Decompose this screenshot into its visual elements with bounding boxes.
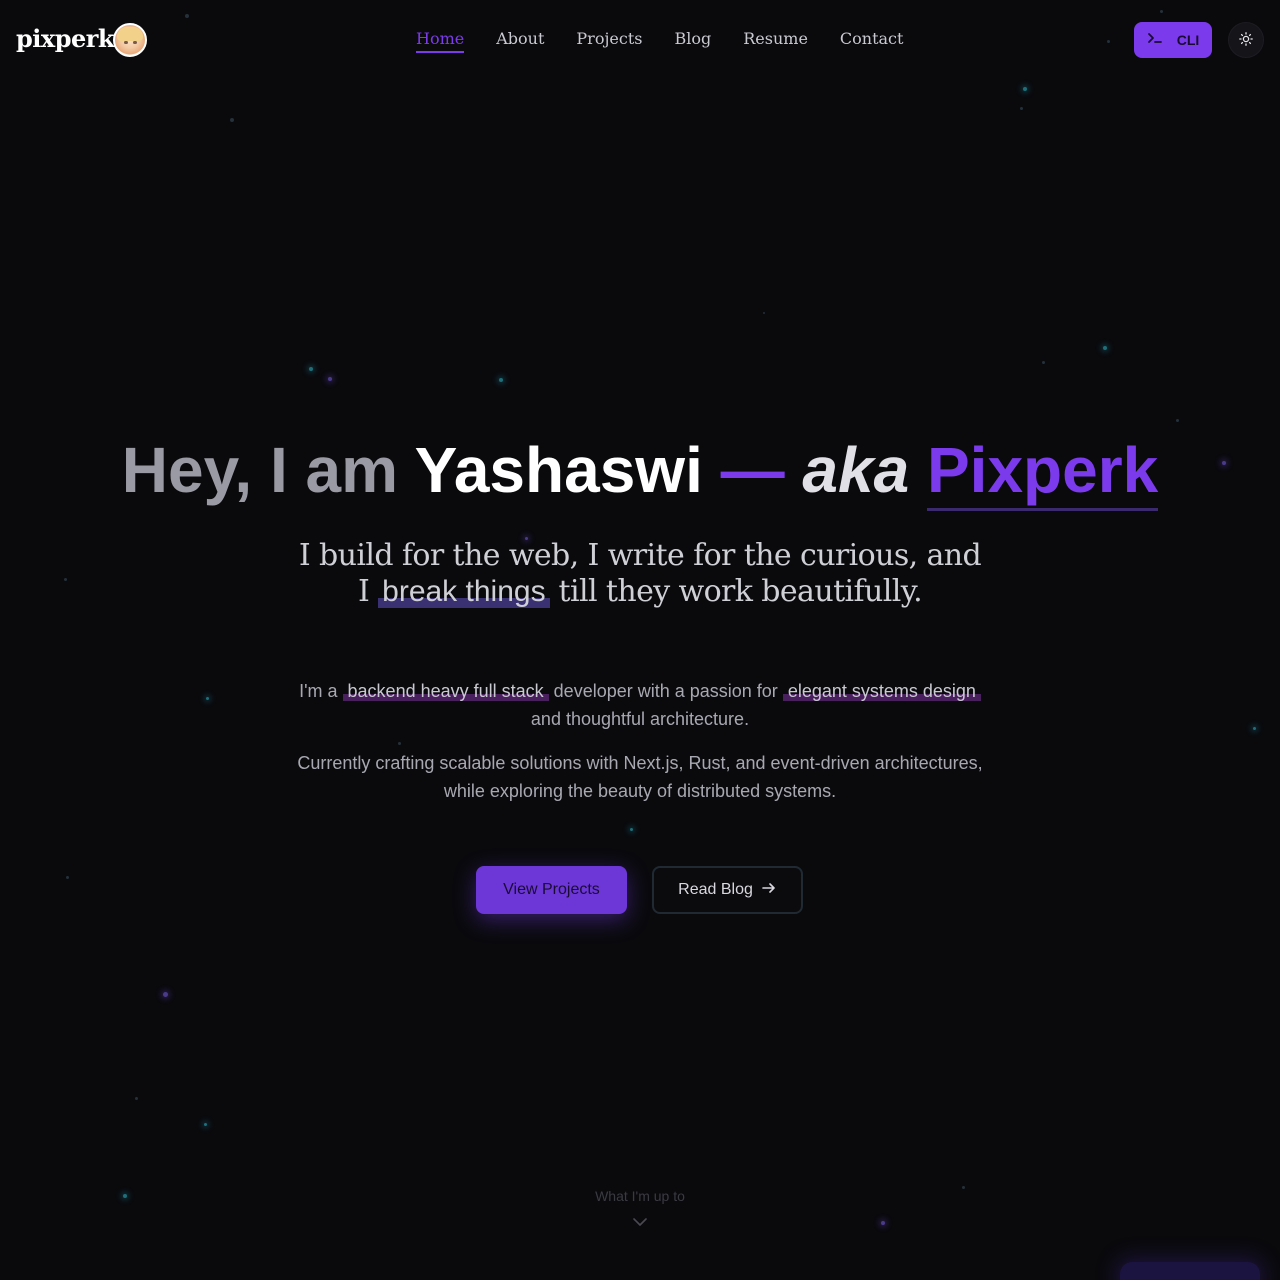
hero-alias: Pixperk <box>926 434 1159 511</box>
desc-highlight-fullstack: backend heavy full stack <box>342 681 549 701</box>
hero-name: Yashaswi <box>414 434 703 506</box>
tagline-end: till they work beautifully. <box>558 574 923 609</box>
hero-description-current: Currently crafting scalable solutions wi… <box>297 753 983 801</box>
nav-link-blog[interactable]: Blog <box>674 29 711 53</box>
nav-link-projects[interactable]: Projects <box>576 29 642 53</box>
hero-dash: — <box>720 434 785 506</box>
chevron-down-icon[interactable] <box>632 1214 648 1230</box>
hero-greeting: Hey, I am <box>121 434 399 506</box>
nav-link-about[interactable]: About <box>496 29 544 53</box>
hero-aka: aka <box>802 434 910 506</box>
site-header: pixperk. Home About Projects Blog Resume… <box>0 0 1280 80</box>
arrow-right-icon <box>761 880 777 901</box>
corner-glow <box>1120 1262 1260 1280</box>
main-nav: Home About Projects Blog Resume Contact <box>416 29 903 53</box>
view-projects-label: View Projects <box>503 881 600 898</box>
read-blog-label: Read Blog <box>678 881 753 898</box>
scroll-hint[interactable]: What I'm up to <box>0 1188 1280 1204</box>
nav-link-home[interactable]: Home <box>416 29 465 53</box>
cli-button-label: CLI <box>1176 32 1200 48</box>
nav-link-resume[interactable]: Resume <box>743 29 808 53</box>
desc-start: I'm a <box>299 681 338 701</box>
nav-link-contact[interactable]: Contact <box>840 29 904 53</box>
terminal-icon <box>1147 31 1163 49</box>
desc-end: and thoughtful architecture. <box>530 709 750 729</box>
cli-button[interactable]: CLI <box>1134 22 1212 58</box>
hero-tagline: I build for the web, I write for the cur… <box>290 538 990 610</box>
theme-toggle-button[interactable] <box>1228 22 1264 58</box>
hero-description-intro: I'm a backend heavy full stack developer… <box>290 677 990 733</box>
desc-middle: developer with a passion for <box>553 681 778 701</box>
page: pixperk. Home About Projects Blog Resume… <box>0 0 1280 1280</box>
hero-title: Hey, I am Yashaswi — aka Pixperk <box>0 432 1280 511</box>
tagline-highlight: break things <box>378 575 550 608</box>
sun-icon <box>1239 31 1253 49</box>
avatar-icon[interactable] <box>113 23 147 57</box>
view-projects-button[interactable]: View Projects <box>476 866 627 914</box>
desc-highlight-systems: elegant systems design <box>782 681 981 701</box>
read-blog-button[interactable]: Read Blog <box>652 866 803 914</box>
site-logo[interactable]: pixperk. <box>16 24 122 53</box>
